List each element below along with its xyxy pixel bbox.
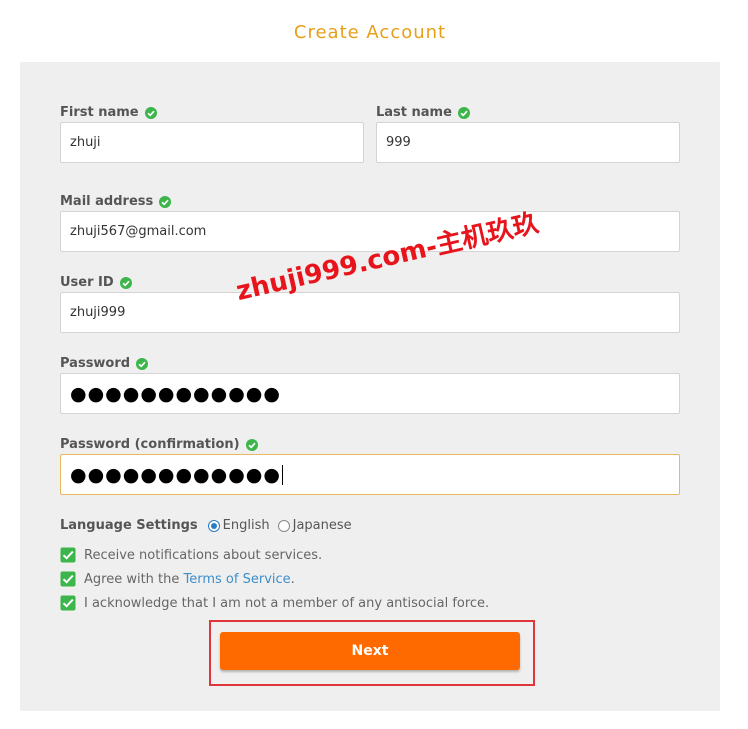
- language-radio-japanese[interactable]: Japanese: [277, 518, 352, 533]
- last-name-value: 999: [386, 135, 411, 150]
- language-settings: Language Settings English Japanese: [60, 518, 360, 533]
- checkbox-checked-icon[interactable]: [60, 595, 76, 611]
- last-name-label-text: Last name: [376, 105, 452, 120]
- checkbox-checked-icon[interactable]: [60, 571, 76, 587]
- password-confirmation-label-text: Password (confirmation): [60, 437, 240, 452]
- notifications-checkbox-label: Receive notifications about services.: [84, 547, 323, 563]
- radio-unselected-icon[interactable]: [277, 519, 290, 532]
- password-confirmation-label: Password (confirmation): [60, 437, 258, 452]
- language-radio-english[interactable]: English: [207, 518, 270, 533]
- first-name-input[interactable]: zhuji: [60, 122, 364, 163]
- first-name-label: First name: [60, 105, 157, 120]
- antisocial-checkbox-row[interactable]: I acknowledge that I am not a member of …: [60, 595, 489, 611]
- password-confirmation-value: ●●●●●●●●●●●●: [70, 463, 281, 486]
- antisocial-checkbox-label: I acknowledge that I am not a member of …: [84, 595, 490, 611]
- password-label-text: Password: [60, 356, 131, 371]
- radio-selected-icon[interactable]: [207, 519, 220, 532]
- language-option-english: English: [222, 518, 270, 533]
- password-input[interactable]: ●●●●●●●●●●●●: [60, 373, 680, 414]
- valid-check-icon: [159, 195, 172, 208]
- valid-check-icon: [144, 106, 157, 119]
- user-id-value: zhuji999: [70, 305, 126, 320]
- terms-of-service-link[interactable]: Terms of Service: [184, 572, 291, 587]
- language-settings-label: Language Settings: [60, 518, 198, 533]
- language-option-japanese: Japanese: [292, 518, 352, 533]
- terms-label-suffix: .: [290, 571, 295, 587]
- password-value: ●●●●●●●●●●●●: [70, 382, 281, 405]
- page-title: Create Account: [293, 22, 447, 43]
- terms-checkbox-row[interactable]: Agree with the Terms of Service .: [60, 571, 295, 587]
- mail-address-label-text: Mail address: [60, 194, 154, 209]
- first-name-value: zhuji: [70, 135, 101, 150]
- last-name-input[interactable]: 999: [376, 122, 680, 163]
- valid-check-icon: [136, 357, 149, 370]
- password-label: Password: [60, 356, 149, 371]
- last-name-label: Last name: [376, 105, 470, 120]
- terms-label-prefix: Agree with the: [84, 571, 184, 587]
- password-confirmation-input[interactable]: ●●●●●●●●●●●●: [60, 454, 680, 495]
- notifications-checkbox-row[interactable]: Receive notifications about services.: [60, 547, 322, 563]
- user-id-label-text: User ID: [60, 275, 114, 290]
- first-name-label-text: First name: [60, 105, 139, 120]
- mail-address-value: zhuji567@gmail.com: [70, 224, 207, 239]
- valid-check-icon: [119, 276, 132, 289]
- mail-address-input[interactable]: zhuji567@gmail.com: [60, 211, 680, 252]
- user-id-label: User ID: [60, 275, 132, 290]
- user-id-input[interactable]: zhuji999: [60, 292, 680, 333]
- valid-check-icon: [457, 106, 470, 119]
- mail-address-label: Mail address: [60, 194, 172, 209]
- checkbox-checked-icon[interactable]: [60, 547, 76, 563]
- next-button[interactable]: Next: [220, 632, 520, 670]
- valid-check-icon: [245, 438, 258, 451]
- text-caret: [281, 464, 283, 485]
